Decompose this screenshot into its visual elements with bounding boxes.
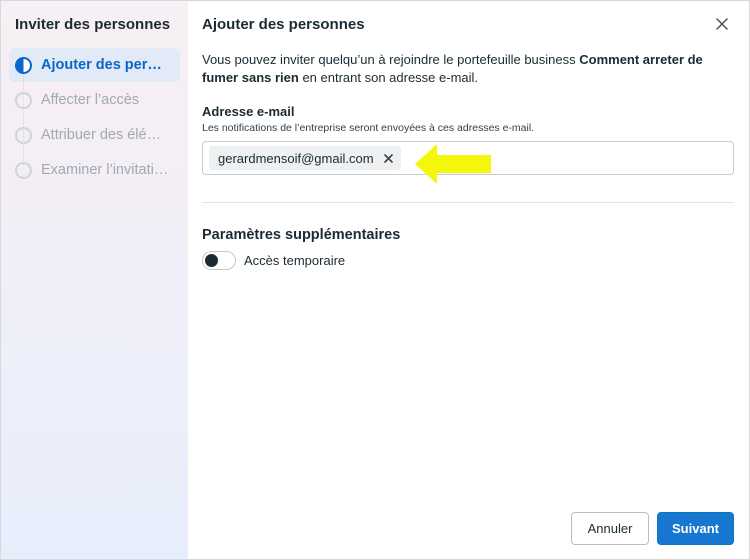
email-field[interactable]: gerardmensoif@gmail.com xyxy=(202,141,734,184)
step-progress-icon xyxy=(15,56,32,74)
step-add-people[interactable]: Ajouter des personnes xyxy=(9,48,180,82)
temporary-access-label: Accès temporaire xyxy=(244,253,346,268)
step-connector xyxy=(23,73,25,165)
close-button[interactable] xyxy=(712,14,732,34)
intro-suffix: en entrant son adresse e-mail. xyxy=(298,70,479,85)
next-button[interactable]: Suivant xyxy=(657,512,734,545)
steps-list: Ajouter des personnes Affecter l’accès A… xyxy=(9,48,180,187)
main-panel: Ajouter des personnes Vous pouvez invite… xyxy=(188,1,750,559)
annotation-arrow-icon xyxy=(415,144,491,184)
remove-email-button[interactable] xyxy=(383,151,393,165)
email-field-help: Les notifications de l’entreprise seront… xyxy=(202,122,535,134)
step-label: Attribuer des éléments xyxy=(41,127,169,143)
intro-text: Vous pouvez inviter quelqu’un à rejoindr… xyxy=(202,51,712,87)
step-empty-circle-icon xyxy=(15,91,32,109)
dialog-footer: Annuler Suivant xyxy=(571,512,734,545)
intro-prefix: Vous pouvez inviter quelqu’un à rejoindr… xyxy=(202,52,580,67)
email-field-label: Adresse e-mail xyxy=(202,104,295,119)
page-title: Ajouter des personnes xyxy=(202,16,365,33)
toggle-knob xyxy=(205,254,218,267)
steps-sidebar: Inviter des personnes Ajouter des person… xyxy=(1,1,188,559)
step-label: Ajouter des personnes xyxy=(41,57,169,73)
email-chip: gerardmensoif@gmail.com xyxy=(209,146,401,170)
extra-settings-title: Paramètres supplémentaires xyxy=(202,227,401,243)
cancel-button[interactable]: Annuler xyxy=(571,512,649,545)
step-empty-circle-icon xyxy=(15,126,32,144)
step-assign-assets[interactable]: Attribuer des éléments xyxy=(9,118,180,152)
step-label: Examiner l’invitation xyxy=(41,162,169,178)
close-icon xyxy=(383,154,393,163)
close-icon xyxy=(716,18,728,30)
step-label: Affecter l’accès xyxy=(41,92,140,108)
invite-dialog: Inviter des personnes Ajouter des person… xyxy=(0,0,750,560)
divider xyxy=(202,202,734,203)
step-review-invitation[interactable]: Examiner l’invitation xyxy=(9,153,180,187)
temporary-access-toggle[interactable] xyxy=(202,251,236,270)
email-chip-text: gerardmensoif@gmail.com xyxy=(218,150,374,166)
step-assign-access[interactable]: Affecter l’accès xyxy=(9,83,180,117)
temporary-access-row: Accès temporaire xyxy=(202,251,734,270)
step-empty-circle-icon xyxy=(15,161,32,179)
sidebar-title: Inviter des personnes xyxy=(15,16,171,33)
